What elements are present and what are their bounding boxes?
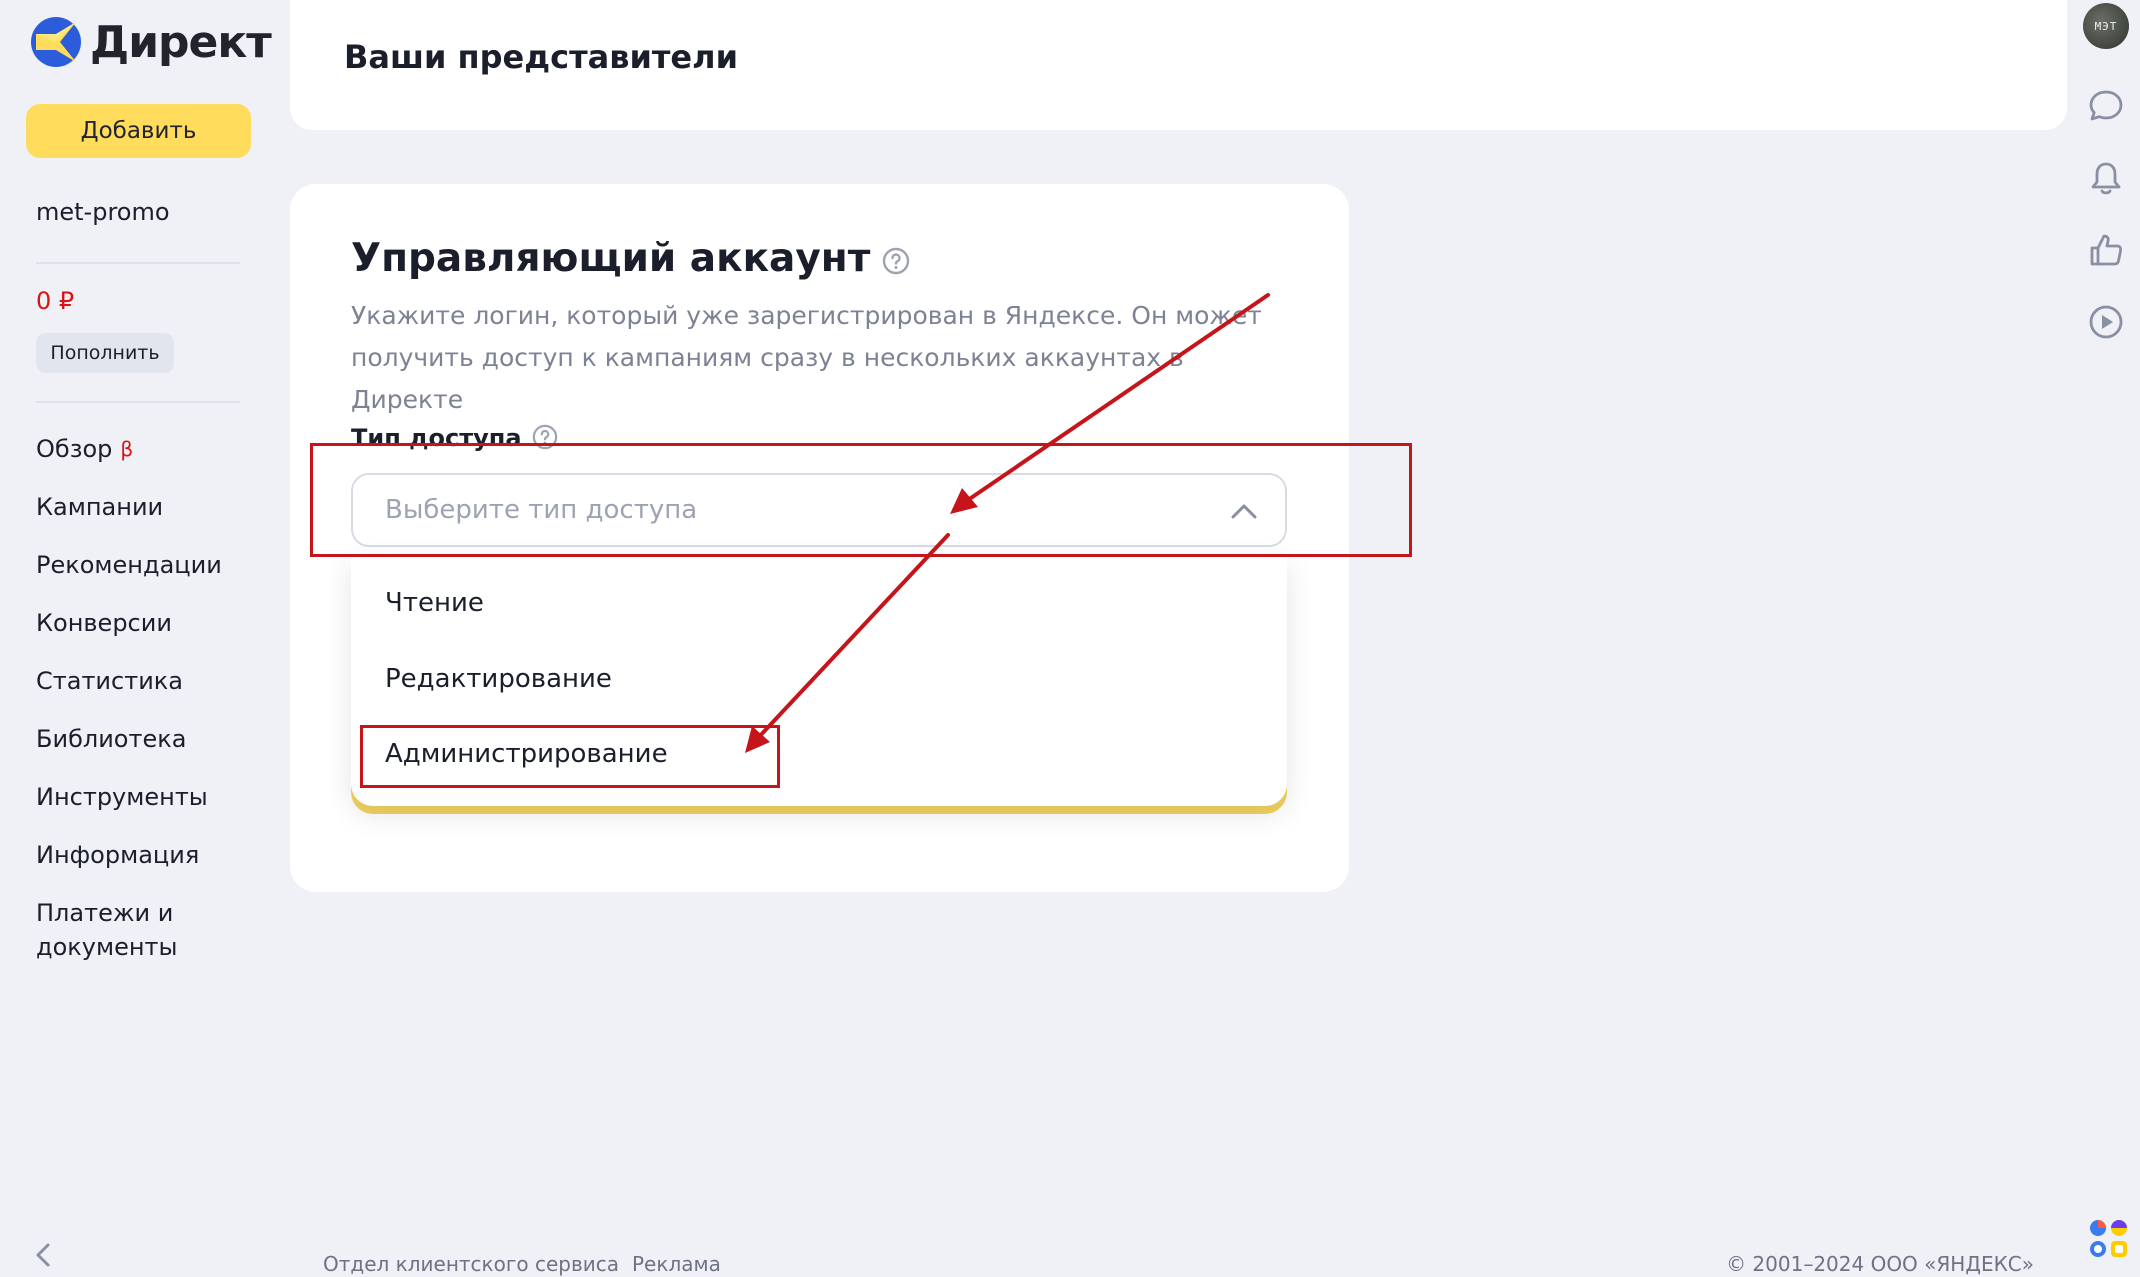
thumb-up-icon[interactable] [2086, 230, 2126, 270]
sidebar-item-library[interactable]: Библиотека [36, 722, 276, 756]
card-title-text: Управляющий аккаунт [351, 236, 871, 281]
page-title: Ваши представители [344, 38, 738, 76]
sidebar-item-overview[interactable]: Обзор β [36, 432, 276, 466]
beta-badge: β [120, 437, 134, 461]
logo-text: Директ [90, 16, 272, 68]
account-login[interactable]: met-promo [36, 198, 170, 226]
sidebar: Директ Добавить met-promo 0 ₽ Пополнить … [0, 0, 285, 1277]
sidebar-item-information[interactable]: Информация [36, 838, 276, 872]
collapse-arrow-icon[interactable] [32, 1240, 54, 1270]
sidebar-item-label: Обзор [36, 435, 113, 463]
annotation-box-admin-option [360, 725, 780, 788]
sidebar-item-recommendations[interactable]: Рекомендации [36, 548, 276, 582]
footer-link-advertising[interactable]: Реклама [632, 1252, 721, 1276]
card-description: Укажите логин, который уже зарегистриров… [351, 301, 1262, 414]
option-read[interactable]: Чтение [385, 588, 484, 618]
sidebar-item-conversions[interactable]: Конверсии [36, 606, 276, 640]
sidebar-item-statistics[interactable]: Статистика [36, 664, 276, 698]
add-button[interactable]: Добавить [26, 104, 251, 158]
app-root: Директ Добавить met-promo 0 ₽ Пополнить … [0, 0, 2140, 1277]
sidebar-item-tools[interactable]: Инструменты [36, 780, 276, 814]
bell-icon[interactable] [2086, 158, 2126, 198]
account-balance: 0 ₽ [36, 287, 75, 315]
direkt-logo-icon [31, 17, 81, 67]
avatar[interactable]: МЭТ [2083, 3, 2129, 49]
footer-link-client-service[interactable]: Отдел клиентского сервиса [323, 1252, 619, 1276]
sidebar-item-payments[interactable]: Платежи и документы [36, 896, 216, 964]
direkt-logo[interactable]: Директ [30, 16, 272, 68]
help-icon[interactable] [882, 247, 910, 275]
services-grid-icon[interactable] [2088, 1218, 2130, 1260]
copyright: © 2001–2024 ООО «ЯНДЕКС» [1726, 1252, 2034, 1276]
chat-icon[interactable] [2086, 86, 2126, 126]
sidebar-item-campaigns[interactable]: Кампании [36, 490, 276, 524]
header-card: Ваши представители [290, 0, 2067, 130]
card-title: Управляющий аккаунт [351, 236, 910, 281]
sidebar-nav: Обзор β Кампании Рекомендации Конверсии С… [36, 432, 276, 988]
topup-button[interactable]: Пополнить [36, 333, 174, 373]
play-icon[interactable] [2086, 302, 2126, 342]
option-edit[interactable]: Редактирование [385, 664, 612, 694]
sidebar-divider [36, 401, 240, 403]
annotation-box-select [310, 443, 1412, 557]
sidebar-divider [36, 262, 240, 264]
right-rail: МЭТ [2068, 0, 2140, 1277]
